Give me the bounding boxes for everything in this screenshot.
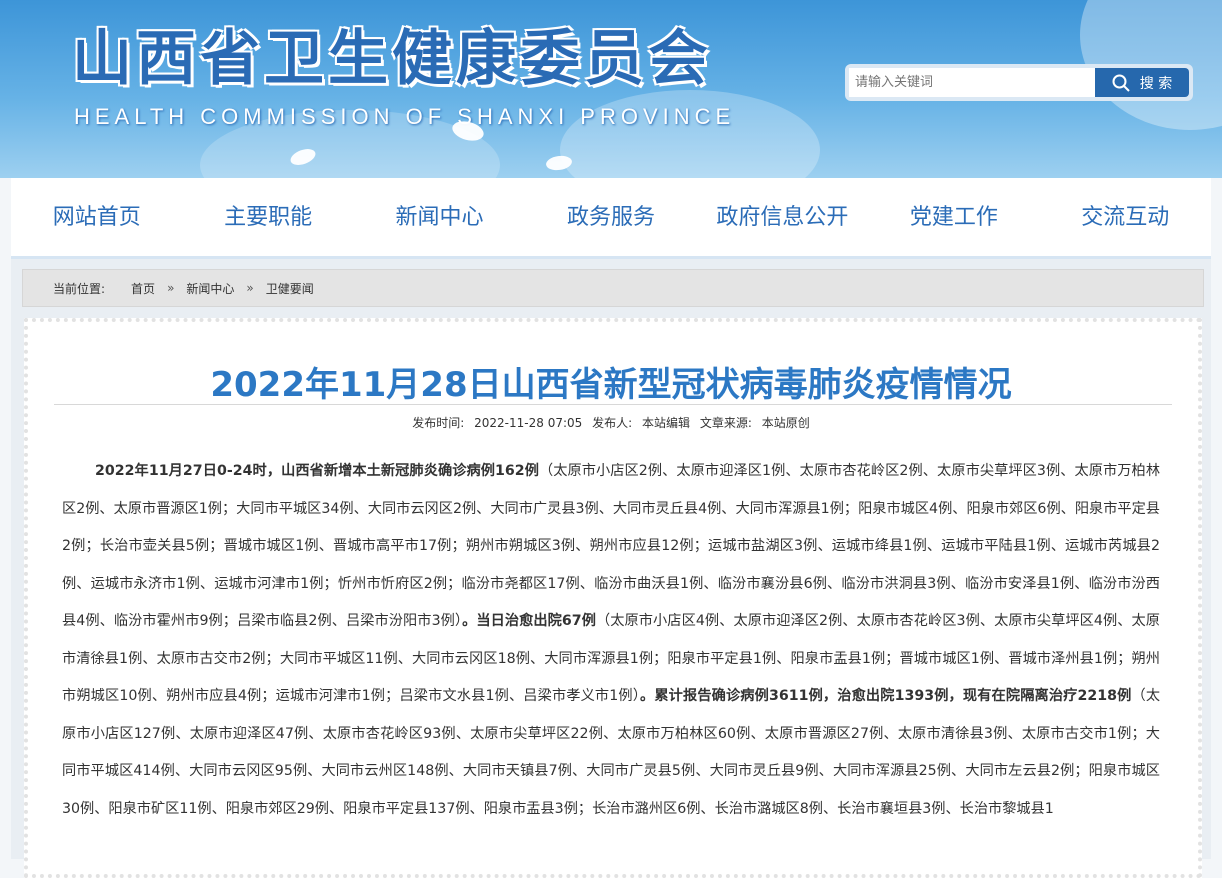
source-label: 文章来源:: [699, 416, 752, 430]
nav-item-functions[interactable]: 主要职能: [182, 178, 353, 256]
breadcrumb-link-news[interactable]: 新闻中心: [186, 280, 234, 297]
publisher: 本站编辑: [641, 416, 690, 430]
article-meta: 发布时间: 2022-11-28 07:05 发布人: 本站编辑 文章来源: 本…: [34, 414, 1188, 431]
publish-date: 2022-11-28 07:05: [474, 416, 583, 430]
nav-item-home[interactable]: 网站首页: [11, 178, 182, 256]
article-text: （太原市小店区127例、太原市迎泽区47例、太原市杏花岭区93例、太原市尖草坪区…: [62, 688, 1161, 817]
date-label: 发布时间:: [412, 416, 465, 430]
breadcrumb-separator: »: [246, 281, 254, 295]
site-title: 山西省卫生健康委员会: [72, 24, 712, 94]
title-divider: [54, 404, 1172, 405]
breadcrumb-label: 当前位置:: [53, 281, 106, 296]
article-title: 2022年11月28日山西省新型冠状病毒肺炎疫情情况: [210, 365, 1012, 405]
search-box: 搜 索: [845, 64, 1193, 101]
nav-item-info-disclosure[interactable]: 政府信息公开: [697, 178, 868, 256]
nav-item-interaction[interactable]: 交流互动: [1040, 178, 1211, 256]
article-text-bold: 2022年11月27日0-24时，山西省新增本土新冠肺炎确诊病例162例: [95, 463, 539, 479]
publisher-label: 发布人:: [592, 416, 633, 430]
article-body: 2022年11月27日0-24时，山西省新增本土新冠肺炎确诊病例162例（太原市…: [62, 453, 1160, 828]
source: 本站原创: [761, 416, 810, 430]
nav-item-news[interactable]: 新闻中心: [354, 178, 525, 256]
main-nav: 网站首页 主要职能 新闻中心 政务服务 政府信息公开 党建工作 交流互动: [11, 178, 1211, 259]
search-button[interactable]: 搜 索: [1095, 68, 1189, 97]
search-button-label: 搜 索: [1139, 75, 1173, 92]
article-text-bold: 。当日治愈出院67例: [462, 613, 596, 629]
search-input[interactable]: [849, 68, 1095, 97]
breadcrumb-separator: »: [167, 281, 175, 295]
site-subtitle: HEALTH COMMISSION OF SHANXI PROVINCE: [74, 104, 736, 129]
article-text: （太原市小店区2例、太原市迎泽区1例、太原市杏花岭区2例、太原市尖草坪区3例、太…: [62, 463, 1161, 629]
nav-item-party[interactable]: 党建工作: [868, 178, 1039, 256]
breadcrumb-link-home[interactable]: 首页: [131, 280, 155, 297]
search-icon: [1112, 74, 1130, 92]
nav-item-services[interactable]: 政务服务: [525, 178, 696, 256]
site-header: 山西省卫生健康委员会 HEALTH COMMISSION OF SHANXI P…: [0, 0, 1222, 178]
breadcrumb: 当前位置: 首页 » 新闻中心 » 卫健要闻: [22, 269, 1204, 307]
breadcrumb-link-health-news[interactable]: 卫健要闻: [266, 280, 314, 297]
article-text-bold: 。累计报告确诊病例3611例，治愈出院1393例，现有在院隔离治疗2218例: [640, 688, 1132, 704]
